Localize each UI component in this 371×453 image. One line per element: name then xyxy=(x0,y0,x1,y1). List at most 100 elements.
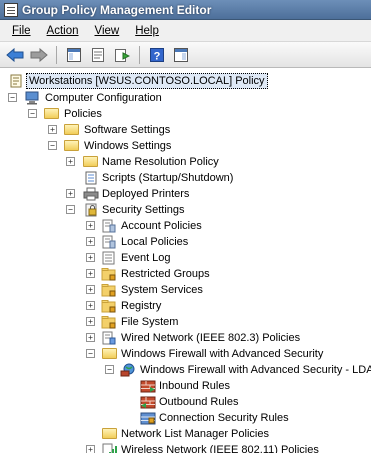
expand-toggle[interactable]: + xyxy=(86,237,95,246)
tree-label-file-system: File System xyxy=(121,316,179,328)
properties-button[interactable] xyxy=(87,45,109,65)
collapse-toggle[interactable]: − xyxy=(48,141,57,150)
svg-text:?: ? xyxy=(154,50,161,62)
expand-toggle[interactable]: + xyxy=(86,269,95,278)
tree-item-security-settings[interactable]: − Security Settings xyxy=(0,202,371,218)
tree-item-deployed-printers[interactable]: + Deployed Printers xyxy=(0,186,371,202)
tree-label-security-settings: Security Settings xyxy=(102,204,185,216)
menu-view-label: View xyxy=(94,24,120,37)
tree-label-scripts: Scripts (Startup/Shutdown) xyxy=(102,172,234,184)
folder-icon xyxy=(102,348,117,359)
tree-item-policies[interactable]: − Policies xyxy=(0,106,371,122)
printer-icon xyxy=(83,187,99,201)
tree-label-system-services: System Services xyxy=(121,284,203,296)
locked-folder-icon xyxy=(101,316,116,329)
expand-toggle[interactable]: + xyxy=(66,189,75,198)
collapse-toggle[interactable]: − xyxy=(8,93,17,102)
expand-toggle[interactable]: + xyxy=(86,317,95,326)
tree-item-event-log[interactable]: + Event Log xyxy=(0,250,371,266)
forward-arrow-icon xyxy=(30,47,48,62)
toolbar-separator xyxy=(139,45,140,64)
window-title: Group Policy Management Editor xyxy=(22,2,212,17)
expand-toggle[interactable]: + xyxy=(86,301,95,310)
tree-item-wireless-network[interactable]: + Wireless Network (IEEE 802.11) Policie… xyxy=(0,442,371,453)
help-button[interactable]: ? xyxy=(146,45,168,65)
tree-item-name-resolution-policy[interactable]: + Name Resolution Policy xyxy=(0,154,371,170)
tree-label-event-log: Event Log xyxy=(121,252,171,264)
show-hide-tree-button[interactable] xyxy=(63,45,85,65)
tree-label-deployed-printers: Deployed Printers xyxy=(102,188,190,200)
tree-item-computer-configuration[interactable]: − Computer Configuration xyxy=(0,90,371,106)
tree-item-system-services[interactable]: + System Services xyxy=(0,282,371,298)
show-action-pane-button[interactable] xyxy=(170,45,192,65)
tree-label-computer-configuration: Computer Configuration xyxy=(45,92,162,104)
tree-item-network-list-manager[interactable]: Network List Manager Policies xyxy=(0,426,371,442)
menu-file-label: File xyxy=(12,24,31,37)
tree-item-windows-settings[interactable]: − Windows Settings xyxy=(0,138,371,154)
expand-toggle[interactable]: + xyxy=(86,253,95,262)
tree-item-registry[interactable]: + Registry xyxy=(0,298,371,314)
menu-view[interactable]: View xyxy=(87,25,128,37)
tree-item-local-policies[interactable]: + Local Policies xyxy=(0,234,371,250)
export-list-button[interactable] xyxy=(111,45,133,65)
tree-item-root[interactable]: Workstations [WSUS.CONTOSO.LOCAL] Policy xyxy=(0,73,371,89)
tree-item-account-policies[interactable]: + Account Policies xyxy=(0,218,371,234)
tree-label-policies: Policies xyxy=(64,108,102,120)
gpme-app-icon xyxy=(4,2,18,17)
expand-toggle[interactable]: + xyxy=(86,445,95,453)
menu-bar: File Action View Help xyxy=(0,20,371,42)
expand-toggle[interactable]: + xyxy=(86,285,95,294)
show-hide-tree-icon xyxy=(67,47,81,62)
tree-item-windows-firewall[interactable]: − Windows Firewall with Advanced Securit… xyxy=(0,346,371,362)
tree-item-windows-firewall-ldap[interactable]: − Windows Firewall with Advanced Securit… xyxy=(0,362,371,378)
folder-icon xyxy=(64,140,79,151)
tree-label-network-list-manager: Network List Manager Policies xyxy=(121,428,269,440)
event-log-icon xyxy=(102,251,115,265)
expand-toggle[interactable]: + xyxy=(86,333,95,342)
collapse-toggle[interactable]: − xyxy=(86,349,95,358)
tree-item-wired-network[interactable]: + Wired Network (IEEE 802.3) Policies xyxy=(0,330,371,346)
tree-item-restricted-groups[interactable]: + Restricted Groups xyxy=(0,266,371,282)
folder-icon xyxy=(64,124,79,135)
tree-label-wireless-network: Wireless Network (IEEE 802.11) Policies xyxy=(121,444,319,453)
forward-button[interactable] xyxy=(28,45,50,65)
tree-label-outbound-rules: Outbound Rules xyxy=(159,396,239,408)
expand-toggle[interactable]: + xyxy=(86,221,95,230)
computer-icon xyxy=(25,91,39,105)
firewall-globe-icon xyxy=(120,363,135,377)
tree-label-account-policies: Account Policies xyxy=(121,220,202,232)
tree-item-file-system[interactable]: + File System xyxy=(0,314,371,330)
locked-folder-icon xyxy=(101,300,116,313)
menu-action[interactable]: Action xyxy=(39,25,87,37)
expand-toggle[interactable]: + xyxy=(66,157,75,166)
title-bar: Group Policy Management Editor xyxy=(0,0,371,20)
tree-label-software-settings: Software Settings xyxy=(84,124,171,136)
tree-label-windows-firewall: Windows Firewall with Advanced Security xyxy=(121,348,324,360)
back-button[interactable] xyxy=(4,45,26,65)
tree-item-scripts[interactable]: Scripts (Startup/Shutdown) xyxy=(0,170,371,186)
menu-action-label: Action xyxy=(46,24,79,37)
expand-toggle[interactable]: + xyxy=(48,125,57,134)
gpo-scroll-icon xyxy=(10,74,22,88)
locked-folder-icon xyxy=(101,284,116,297)
show-action-pane-icon xyxy=(174,47,188,62)
toolbar-separator xyxy=(56,45,57,64)
connection-security-icon xyxy=(140,412,156,425)
menu-help[interactable]: Help xyxy=(127,25,167,37)
tree-item-inbound-rules[interactable]: Inbound Rules xyxy=(0,378,371,394)
properties-icon xyxy=(92,47,104,62)
firewall-rules-icon xyxy=(140,396,156,409)
tree-item-software-settings[interactable]: + Software Settings xyxy=(0,122,371,138)
tree-label-root: Workstations [WSUS.CONTOSO.LOCAL] Policy xyxy=(26,73,268,89)
menu-help-label: Help xyxy=(135,24,159,37)
collapse-toggle[interactable]: − xyxy=(105,365,114,374)
policy-document-icon xyxy=(102,235,116,249)
tree-label-windows-firewall-ldap: Windows Firewall with Advanced Security … xyxy=(140,364,371,376)
tree-item-outbound-rules[interactable]: Outbound Rules xyxy=(0,394,371,410)
tree-item-connection-security-rules[interactable]: Connection Security Rules xyxy=(0,410,371,426)
tree-label-windows-settings: Windows Settings xyxy=(84,140,172,152)
menu-file[interactable]: File xyxy=(4,25,39,37)
collapse-toggle[interactable]: − xyxy=(28,109,37,118)
firewall-rules-icon xyxy=(140,380,156,393)
collapse-toggle[interactable]: − xyxy=(66,205,75,214)
